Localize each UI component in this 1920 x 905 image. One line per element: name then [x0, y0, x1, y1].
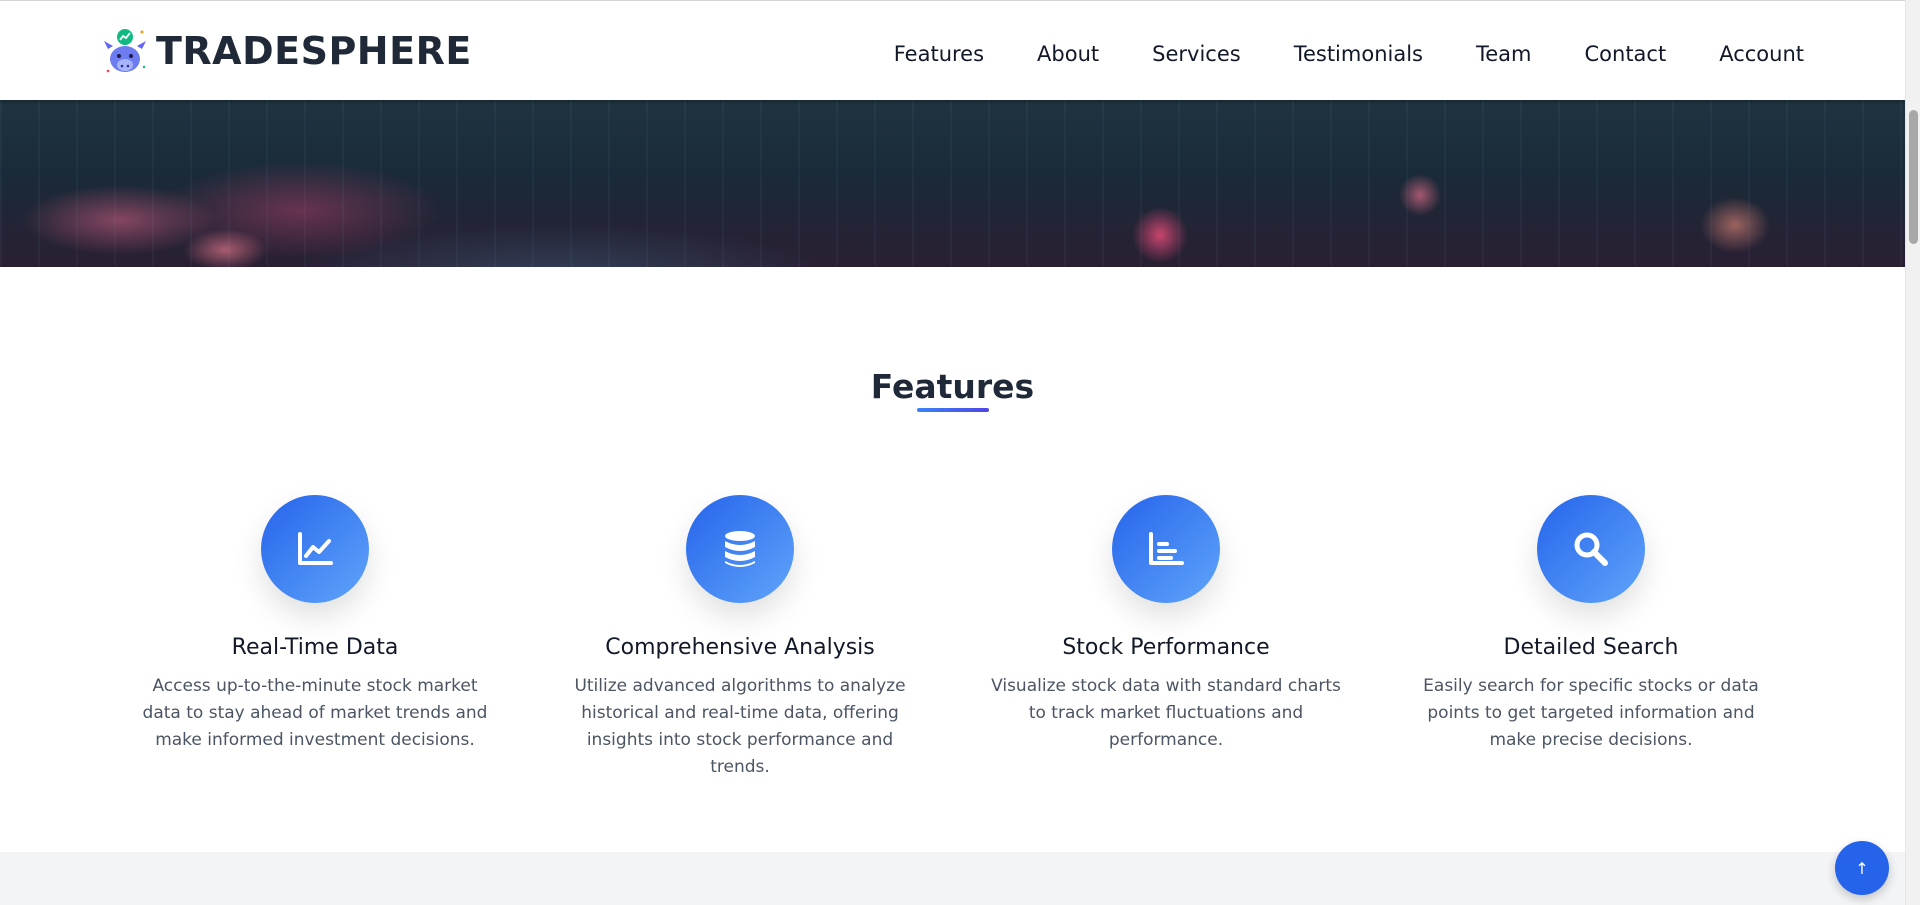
feature-description: Utilize advanced algorithms to analyze h…: [574, 676, 906, 777]
feature-title: Stock Performance: [1062, 635, 1270, 660]
feature-card: Detailed Search Easily search for specif…: [1401, 495, 1781, 754]
scroll-to-top-button[interactable]: ↑: [1835, 841, 1889, 895]
feature-card: Real-Time Data Access up-to-the-minute s…: [125, 495, 505, 754]
feature-title: Detailed Search: [1503, 635, 1679, 660]
search-icon: [1537, 495, 1645, 603]
features-section: Features Real-Time Data Access up-to-the…: [0, 267, 1905, 852]
feature-card: Stock Performance Visualize stock data w…: [976, 495, 1356, 754]
feature-description: Easily search for specific stocks or dat…: [1423, 676, 1759, 750]
brand-name: TRADESPHERE: [156, 29, 472, 73]
hero-texture: [0, 100, 1905, 267]
line-chart-icon: [261, 495, 369, 603]
nav-link-features[interactable]: Features: [894, 39, 984, 69]
brand-logo-link[interactable]: TRADESPHERE: [102, 27, 472, 75]
feature-title: Comprehensive Analysis: [605, 635, 875, 660]
feature-card: Comprehensive Analysis Utilize advanced …: [550, 495, 930, 781]
site-header: TRADESPHERE Features About Services Test…: [0, 0, 1905, 100]
scrollbar-thumb[interactable]: [1909, 110, 1918, 244]
page-viewport: TRADESPHERE Features About Services Test…: [0, 0, 1905, 905]
title-underline: [917, 408, 989, 412]
hero-banner-image: [0, 100, 1905, 267]
nav-link-testimonials[interactable]: Testimonials: [1294, 39, 1423, 69]
bar-chart-icon: [1112, 495, 1220, 603]
nav-link-services[interactable]: Services: [1152, 39, 1241, 69]
feature-title: Real-Time Data: [231, 635, 399, 660]
nav-link-team[interactable]: Team: [1476, 39, 1532, 69]
nav-link-contact[interactable]: Contact: [1585, 39, 1667, 69]
page-scrollbar[interactable]: [1905, 0, 1920, 905]
feature-description: Access up-to-the-minute stock market dat…: [142, 676, 488, 750]
main-nav: Features About Services Testimonials Tea…: [841, 39, 1804, 69]
section-title: Features: [870, 367, 1035, 406]
nav-link-account[interactable]: Account: [1719, 39, 1804, 69]
bull-trend-icon: [102, 27, 148, 75]
nav-link-about[interactable]: About: [1037, 39, 1099, 69]
database-icon: [686, 495, 794, 603]
next-section-background: [0, 852, 1905, 905]
feature-description: Visualize stock data with standard chart…: [991, 676, 1341, 750]
